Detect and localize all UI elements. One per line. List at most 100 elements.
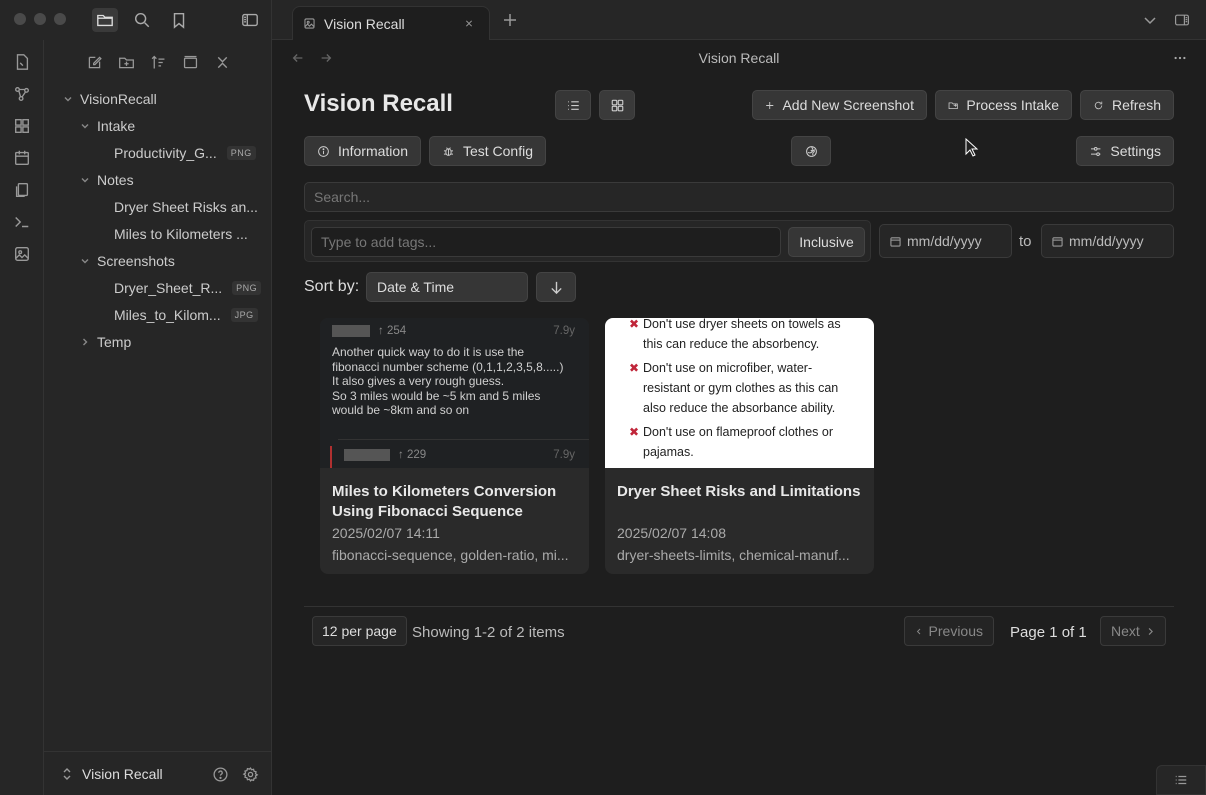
sort-label: Sort by:	[304, 278, 360, 295]
refresh-icon	[1094, 101, 1103, 109]
pagination-divider	[304, 606, 1174, 607]
checklist-line: Don't use on microfiber, water-	[643, 361, 813, 375]
chevron-down-icon[interactable]	[1140, 10, 1160, 30]
image-icon[interactable]	[12, 244, 32, 264]
tab-vision-recall[interactable]: Vision Recall	[292, 6, 490, 40]
button-label: Test Config	[462, 143, 533, 159]
process-intake-button[interactable]: Process Intake	[935, 90, 1072, 120]
right-sidebar-toggle-icon[interactable]	[1172, 10, 1192, 30]
card-date: 2025/02/07 14:08	[617, 525, 726, 541]
folder-intake[interactable]: Intake	[79, 115, 135, 137]
per-page-value: 12 per page	[322, 623, 397, 639]
date-range-separator: to	[1019, 233, 1032, 250]
checklist-line: also reduce the absorbance ability.	[643, 401, 836, 415]
file-dryer-sheet-note[interactable]: Dryer Sheet Risks an...	[114, 196, 258, 218]
folder-temp[interactable]: Temp	[79, 331, 131, 353]
outline-toggle-icon[interactable]	[1156, 765, 1206, 795]
open-quick-switcher-icon[interactable]	[12, 52, 32, 72]
add-new-screenshot-button[interactable]: Add New Screenshot	[752, 90, 927, 120]
file-productivity[interactable]: Productivity_G... PNG	[114, 142, 256, 164]
button-label: Information	[337, 143, 408, 159]
file-dryer-sheet-png[interactable]: Dryer_Sheet_R... PNG	[114, 277, 262, 299]
folder-screenshots[interactable]: Screenshots	[79, 250, 175, 272]
graph-view-icon[interactable]	[12, 84, 32, 104]
arrow-down-icon	[550, 281, 562, 294]
card-title: Miles to Kilometers Conversion Using Fib…	[332, 483, 557, 520]
bug-icon	[443, 146, 454, 156]
collapse-all-icon[interactable]	[212, 52, 232, 72]
sort-direction-button[interactable]	[536, 272, 576, 302]
tag-placeholder: Type to add tags...	[321, 234, 437, 250]
bookmark-icon[interactable]	[166, 8, 192, 32]
search-icon[interactable]	[129, 8, 155, 32]
comment-body: Another quick way to do it is use the fi…	[332, 345, 580, 418]
info-icon	[318, 145, 329, 157]
openai-icon	[805, 145, 817, 157]
screenshot-card[interactable]: ✖ Don't use dryer sheets on towels as th…	[605, 318, 874, 574]
refresh-button[interactable]: Refresh	[1080, 90, 1174, 120]
date-to-field[interactable]: mm/dd/yyyy	[1041, 224, 1174, 258]
copy-pages-icon[interactable]	[12, 180, 32, 200]
next-page-button[interactable]: Next	[1100, 616, 1166, 646]
close-icon[interactable]	[465, 15, 481, 31]
test-config-button[interactable]: Test Config	[429, 136, 546, 166]
new-note-icon[interactable]	[84, 52, 104, 72]
sort-order-icon[interactable]	[148, 52, 168, 72]
checklist-item: ✖ Don't use dryer sheets on towels as th…	[629, 318, 868, 354]
api-status-button[interactable]	[791, 136, 831, 166]
minimize-window-button[interactable]	[34, 13, 46, 25]
button-label: Process Intake	[966, 97, 1059, 113]
comment-divider	[338, 439, 589, 440]
files-icon[interactable]	[92, 8, 118, 32]
redacted-username	[344, 449, 390, 462]
file-miles-jpg[interactable]: Miles_to_Kilom... JPG	[114, 304, 258, 326]
calendar-icon[interactable]	[12, 148, 32, 168]
sidebar-toggle-icon[interactable]	[237, 8, 263, 32]
chevron-updown-icon	[62, 767, 72, 781]
page-info: Page 1 of 1	[1010, 624, 1087, 641]
comment-line: Another quick way to do it is use the	[332, 345, 525, 359]
card-title: Dryer Sheet Risks and Limitations	[617, 483, 861, 500]
tree-item-label: Miles_to_Kilom...	[114, 307, 221, 323]
inclusive-toggle-button[interactable]: Inclusive	[788, 227, 865, 257]
vault-switcher[interactable]: Vision Recall	[44, 751, 271, 795]
list-view-button[interactable]	[555, 90, 591, 120]
tree-item-label: Temp	[97, 334, 132, 350]
card-thumbnail: ✖ Don't use dryer sheets on towels as th…	[605, 318, 874, 468]
chevron-left-icon	[916, 628, 921, 634]
canvas-icon[interactable]	[12, 116, 32, 136]
titlebar-left	[0, 0, 272, 40]
help-icon[interactable]	[210, 764, 230, 784]
view-header: Vision Recall	[272, 40, 1206, 76]
grid-view-button[interactable]	[599, 90, 635, 120]
folder-visionrecall[interactable]: VisionRecall	[62, 88, 157, 110]
maximize-window-button[interactable]	[54, 13, 66, 25]
chevron-down-icon	[79, 256, 91, 266]
tree-item-label: Intake	[97, 118, 136, 134]
terminal-icon[interactable]	[12, 212, 32, 232]
new-folder-icon[interactable]	[116, 52, 136, 72]
close-window-button[interactable]	[14, 13, 26, 25]
date-from-field[interactable]: mm/dd/yyyy	[879, 224, 1012, 258]
more-options-icon[interactable]	[1172, 50, 1188, 66]
checklist-item: ✖ Don't use on flameproof clothes or paj…	[629, 422, 868, 462]
tag-filter-box: Type to add tags... Inclusive	[304, 220, 871, 262]
new-tab-icon[interactable]	[500, 10, 520, 30]
folder-notes[interactable]: Notes	[79, 169, 134, 191]
search-input[interactable]: Search...	[304, 182, 1174, 212]
settings-button[interactable]: Settings	[1076, 136, 1174, 166]
checklist-item: ✖ Don't use on microfiber, water- resist…	[629, 358, 868, 418]
page-title: Vision Recall	[304, 90, 453, 117]
previous-page-button[interactable]: Previous	[904, 616, 994, 646]
auto-reveal-icon[interactable]	[180, 52, 200, 72]
tag-input[interactable]: Type to add tags...	[311, 227, 781, 257]
button-label: Inclusive	[799, 234, 854, 250]
information-button[interactable]: Information	[304, 136, 421, 166]
per-page-select[interactable]: 12 per page	[312, 616, 407, 646]
date-from-value: mm/dd/yyyy	[907, 233, 982, 249]
sort-select[interactable]: Date & Time	[366, 272, 528, 302]
screenshot-card[interactable]: ↑ 254 7.9y Another quick way to do it is…	[320, 318, 589, 574]
checklist-line: Don't use on flameproof clothes or	[643, 425, 833, 439]
gear-icon[interactable]	[240, 764, 260, 784]
file-miles-note[interactable]: Miles to Kilometers ...	[114, 223, 248, 245]
